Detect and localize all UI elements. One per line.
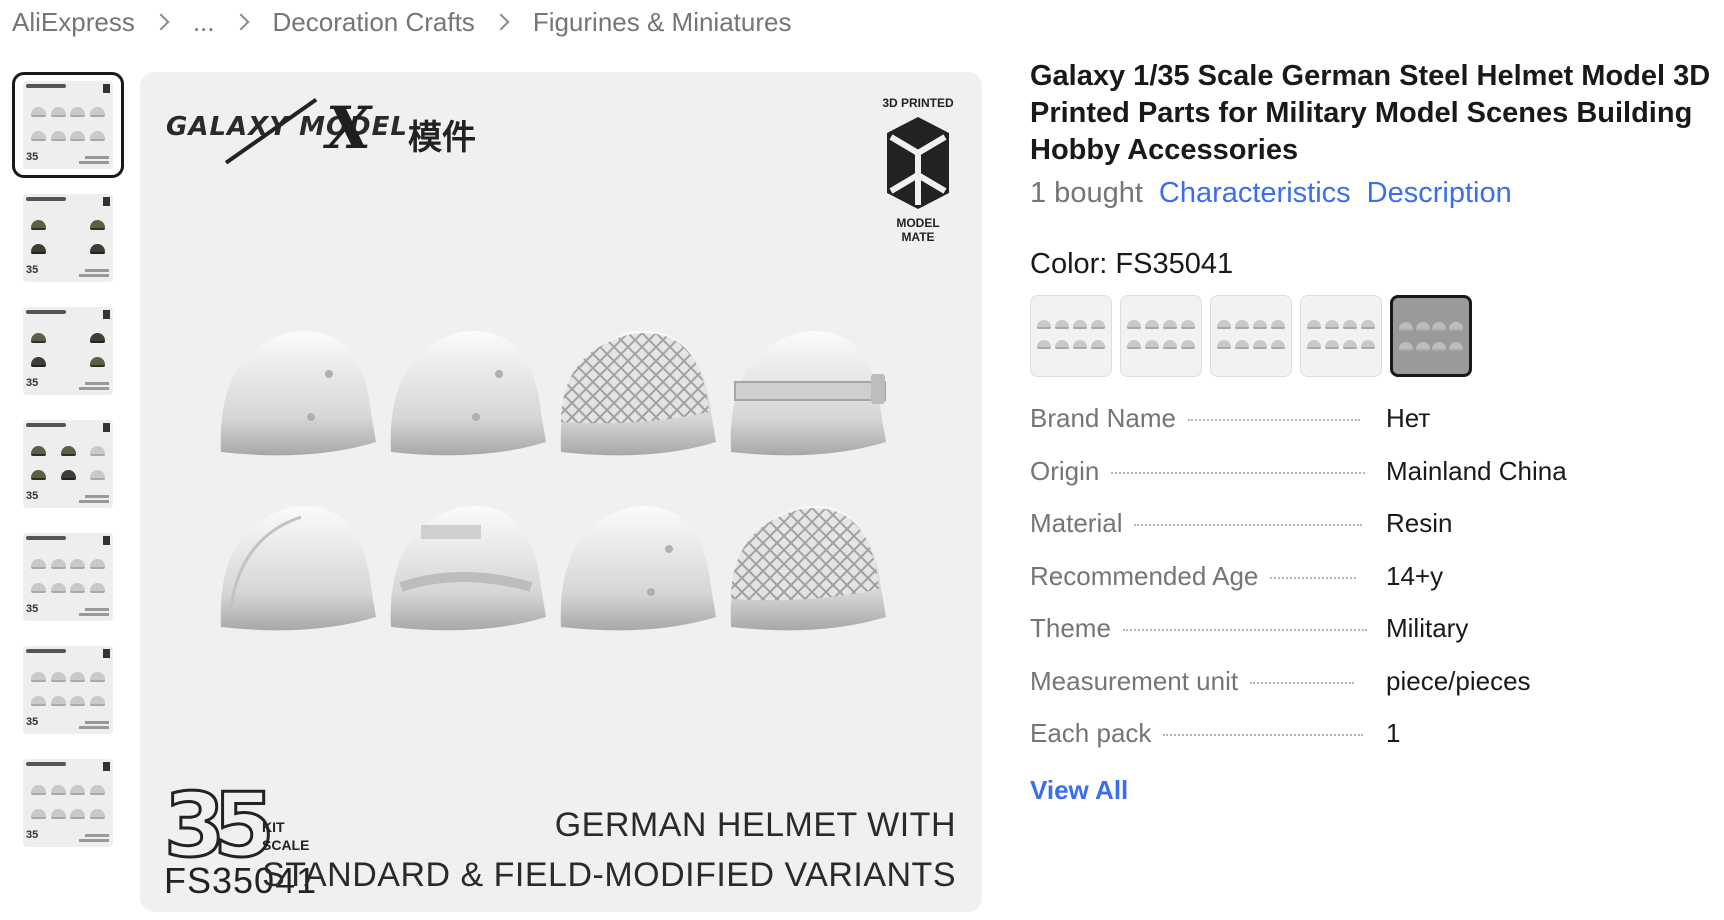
brand-logo-chinese: 模件 <box>408 118 476 158</box>
color-swatch-1[interactable] <box>1030 295 1112 377</box>
spec-key: Each pack <box>1030 718 1152 748</box>
thumbnail-5[interactable]: 35 <box>12 524 124 630</box>
spec-value: 1 <box>1386 718 1401 748</box>
3d-printed-badge: 3D PRINTED MODEL MATE <box>882 96 954 244</box>
spec-row: Brand Name Нет <box>1030 403 1720 456</box>
view-all-link[interactable]: View All <box>1030 775 1720 806</box>
spec-key: Brand Name <box>1030 403 1176 433</box>
spec-row: Each pack 1 <box>1030 718 1720 771</box>
spec-value: Mainland China <box>1386 455 1567 486</box>
thumbnail-3[interactable]: 35 <box>12 298 124 404</box>
color-swatch-2[interactable] <box>1120 295 1202 377</box>
spec-row: Recommended Age 14+y <box>1030 561 1720 614</box>
chevron-right-icon <box>232 13 249 31</box>
breadcrumb-aliexpress[interactable]: AliExpress <box>12 7 135 38</box>
spec-key: Measurement unit <box>1030 665 1239 696</box>
color-swatches <box>1030 295 1720 377</box>
thumbnail-strip: 35 35 35 35 35 35 35 <box>12 72 124 863</box>
breadcrumb-ellipsis[interactable]: ... <box>193 7 215 38</box>
breadcrumb-figurines[interactable]: Figurines & Miniatures <box>533 7 792 38</box>
spec-key: Material <box>1030 508 1123 538</box>
breadcrumb: AliExpress ... Decoration Crafts Figurin… <box>12 4 791 40</box>
cube-icon <box>887 117 949 209</box>
description-link[interactable]: Description <box>1367 177 1512 210</box>
color-swatch-4[interactable] <box>1300 295 1382 377</box>
color-label: Color: FS35041 <box>1030 248 1234 280</box>
spec-value: piece/pieces <box>1386 665 1531 696</box>
specifications-list: Brand Name Нет Origin Mainland China Mat… <box>1030 403 1720 771</box>
spec-key: Recommended Age <box>1030 560 1259 591</box>
thumbnail-7[interactable]: 35 <box>12 750 124 856</box>
spec-key: Origin <box>1030 455 1100 486</box>
spec-key: Theme <box>1030 613 1111 643</box>
color-swatch-5-selected[interactable] <box>1390 295 1472 377</box>
sold-count: 1 bought <box>1030 177 1143 209</box>
product-title: Galaxy 1/35 Scale German Steel Helmet Mo… <box>1030 60 1711 166</box>
main-product-image[interactable]: GALAXY MODEL X 模件 3D PRINTED MODEL MATE <box>140 72 982 912</box>
spec-row: Theme Military <box>1030 613 1720 666</box>
image-caption: GERMAN HELMET WITH STANDARD & FIELD-MODI… <box>262 806 956 894</box>
color-swatch-3[interactable] <box>1210 295 1292 377</box>
characteristics-link[interactable]: Characteristics <box>1159 177 1351 210</box>
spec-row: Material Resin <box>1030 508 1720 561</box>
thumbnail-1[interactable]: 35 <box>12 72 124 178</box>
spec-row: Measurement unit piece/pieces <box>1030 666 1720 719</box>
helmet-row-bottom <box>140 487 982 637</box>
spec-row: Origin Mainland China <box>1030 456 1720 509</box>
thumbnail-4[interactable]: 35 <box>12 411 124 517</box>
helmet-row-top <box>140 312 982 462</box>
spec-value: Нет <box>1386 403 1431 433</box>
spec-value: Resin <box>1386 508 1453 538</box>
thumbnail-6[interactable]: 35 <box>12 637 124 743</box>
spec-value: 14+y <box>1386 560 1444 591</box>
product-info: Galaxy 1/35 Scale German Steel Helmet Mo… <box>1030 58 1720 806</box>
product-meta: 1 bought Characteristics Description <box>1030 177 1720 210</box>
breadcrumb-decoration-crafts[interactable]: Decoration Crafts <box>273 7 475 38</box>
scale-number: 35 <box>162 774 276 877</box>
thumbnail-2[interactable]: 35 <box>12 185 124 291</box>
chevron-right-icon <box>492 13 510 31</box>
spec-value: Military <box>1386 613 1469 643</box>
chevron-right-icon <box>152 13 170 31</box>
brand-logo-x: X <box>326 94 372 162</box>
